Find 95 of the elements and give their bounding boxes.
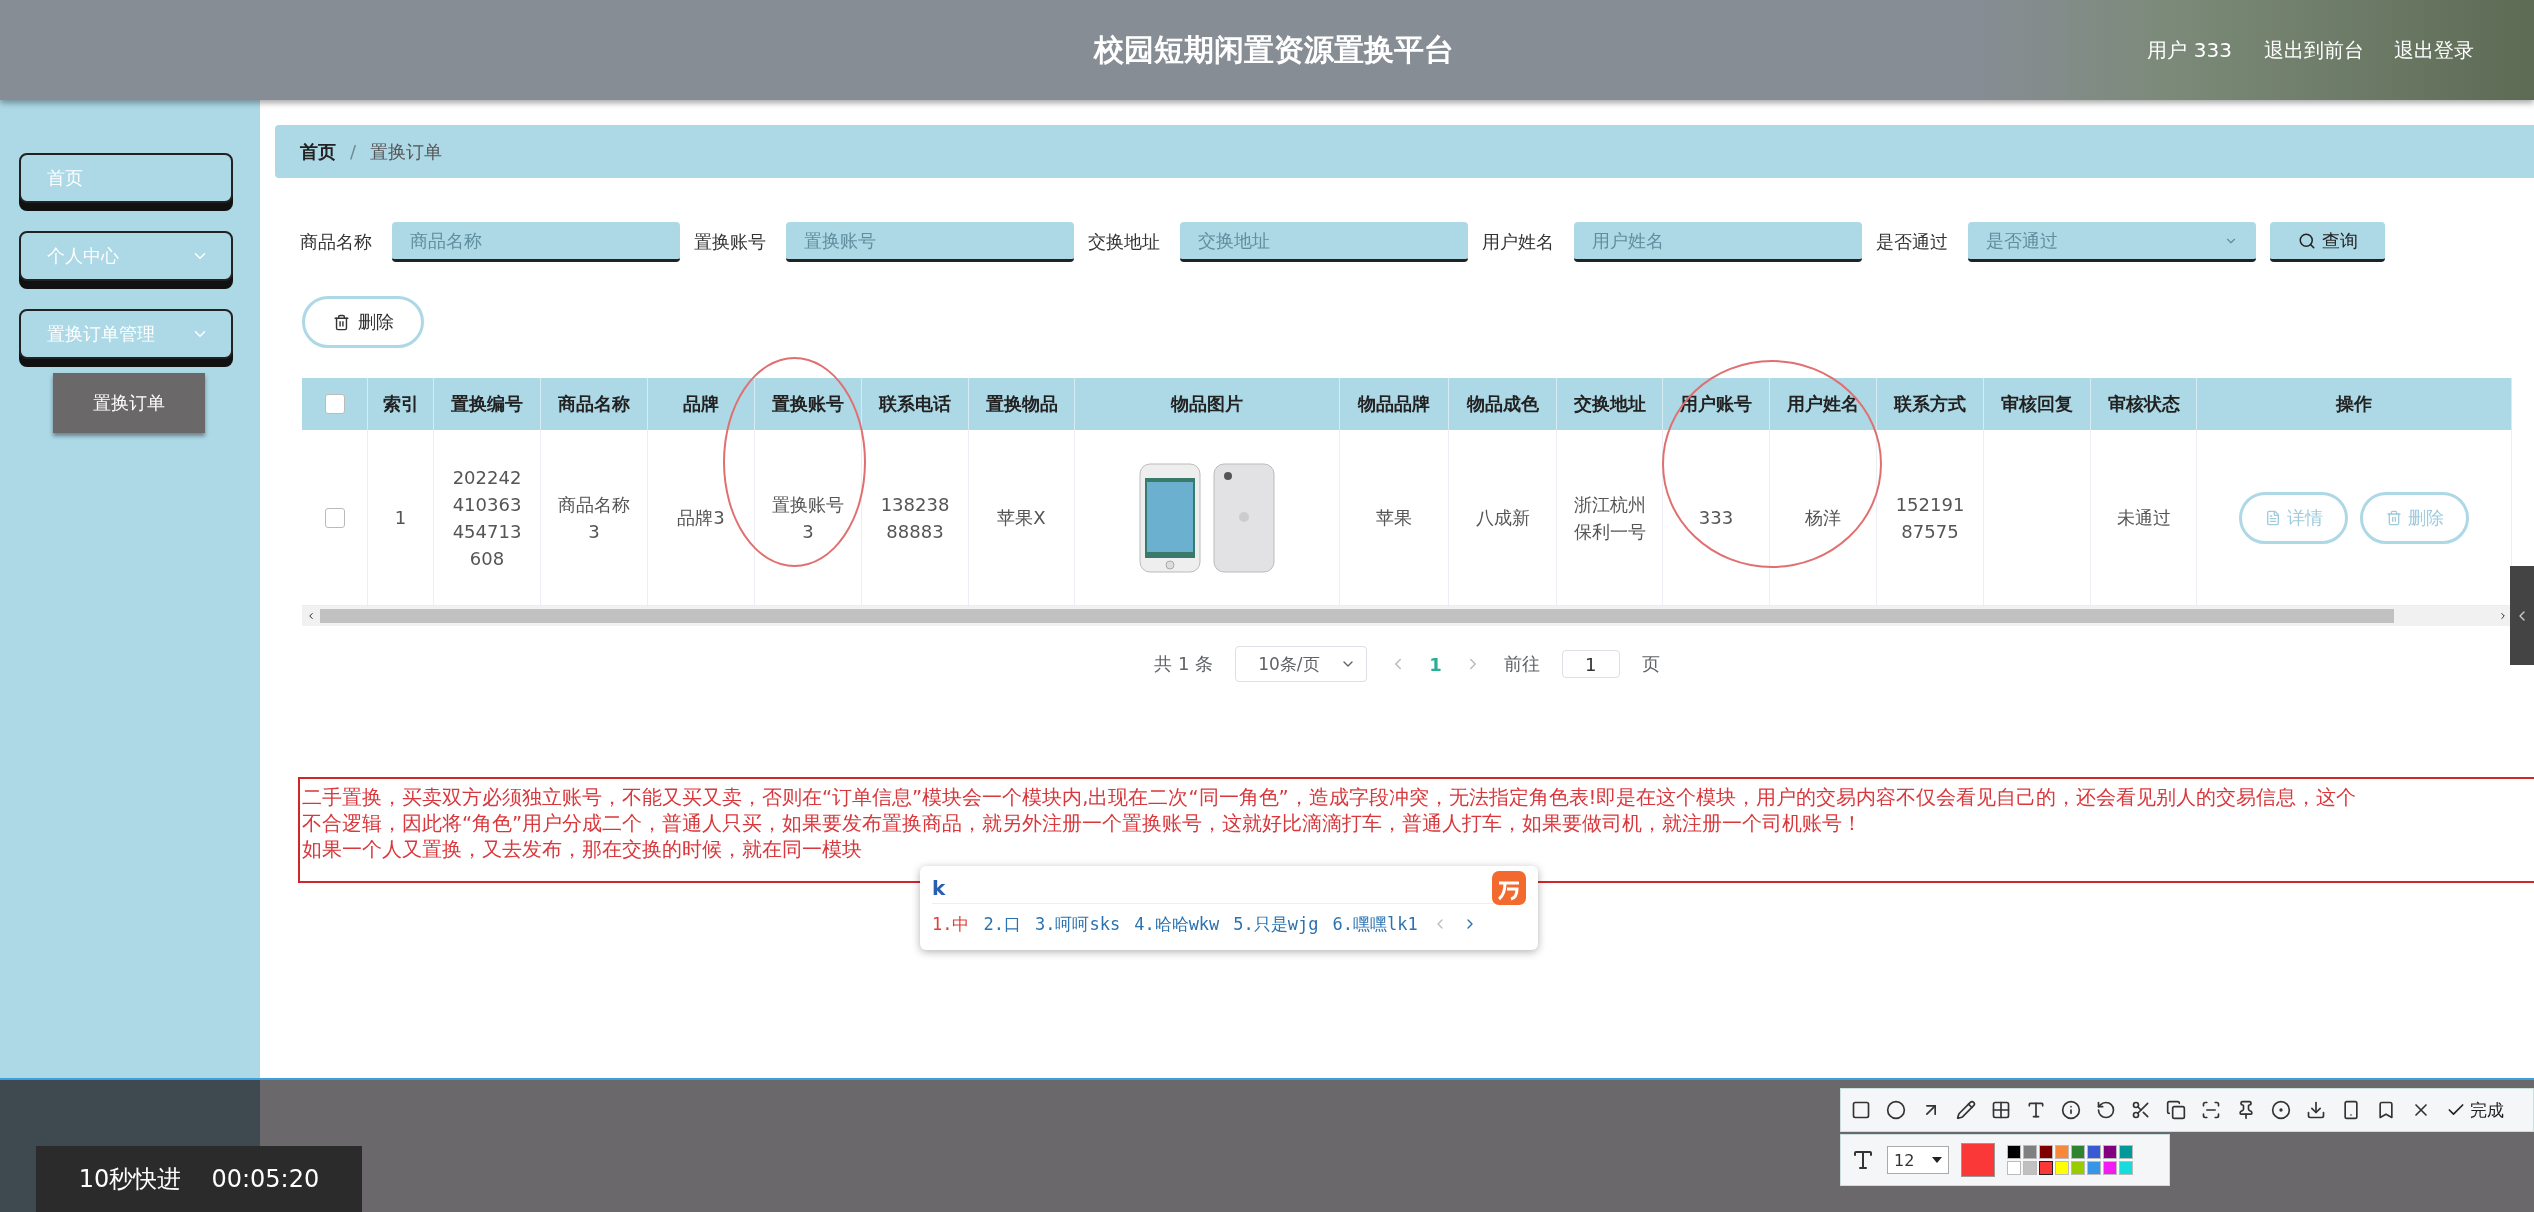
color-swatch[interactable] bbox=[2103, 1161, 2117, 1175]
color-swatch[interactable] bbox=[2087, 1161, 2101, 1175]
color-swatch[interactable] bbox=[2087, 1145, 2101, 1159]
page-size-select[interactable]: 10条/页 bbox=[1235, 646, 1368, 682]
ellipse-icon[interactable] bbox=[1886, 1100, 1906, 1120]
color-swatch[interactable] bbox=[2023, 1145, 2037, 1159]
fast-forward-label: 10秒快进 bbox=[78, 1164, 182, 1195]
scissors-icon[interactable] bbox=[2131, 1100, 2151, 1120]
current-color-swatch[interactable] bbox=[1961, 1143, 1995, 1177]
table-header-cell: 置换物品 bbox=[969, 378, 1075, 430]
table-header-cell: 物品成色 bbox=[1449, 378, 1557, 430]
user-label: 用户 333 bbox=[2147, 36, 2232, 64]
ime-candidate[interactable]: 1.中 bbox=[932, 912, 970, 936]
scroll-right-icon[interactable] bbox=[2498, 611, 2508, 621]
bookmark-icon[interactable] bbox=[2376, 1100, 2396, 1120]
field-label: 置换账号 bbox=[694, 230, 766, 254]
goto-label: 前往 bbox=[1503, 652, 1540, 676]
header-link[interactable]: 退出登录 bbox=[2394, 36, 2474, 64]
color-swatch[interactable] bbox=[2039, 1161, 2053, 1175]
ime-candidate[interactable]: 4.哈哈wkw bbox=[1134, 912, 1220, 936]
field-label: 是否通过 bbox=[1876, 230, 1948, 254]
table-header-cell: 索引 bbox=[368, 378, 434, 430]
annotation-text: 二手置换，买卖双方必须独立账号，不能又买又卖，否则在“订单信息”模块会一个模块内,出现在二次“同一角色”，造成字段冲突，无法指定角色表!即是在这个模块，用户的交易内容不仅会看见自己的，还会看见别人的交易信息，这个 bbox=[302, 785, 2358, 811]
pencil-icon[interactable] bbox=[1956, 1100, 1976, 1120]
info-icon[interactable] bbox=[2061, 1100, 2081, 1120]
color-swatch[interactable] bbox=[2007, 1145, 2021, 1159]
search-icon bbox=[2297, 231, 2316, 250]
checkbox[interactable] bbox=[324, 507, 345, 528]
table-header-cell: 审核回复 bbox=[1984, 378, 2091, 430]
table-header-cell: 物品图片 bbox=[1075, 378, 1340, 430]
color-swatch[interactable] bbox=[2119, 1161, 2133, 1175]
undo-icon[interactable] bbox=[2096, 1100, 2116, 1120]
table-header-cell: 置换账号 bbox=[755, 378, 862, 430]
table-header-cell: 交换地址 bbox=[1557, 378, 1663, 430]
text-icon[interactable] bbox=[2026, 1100, 2046, 1120]
annotation-text: 如果一个人又置换，又去发布，那在交换的时候，就在同一模块 bbox=[302, 837, 863, 863]
breadcrumb-item[interactable]: 首页 bbox=[300, 139, 336, 164]
font-icon bbox=[1851, 1148, 1875, 1172]
field-label: 交换地址 bbox=[1088, 230, 1160, 254]
color-swatch[interactable] bbox=[2007, 1161, 2021, 1175]
phone-icon[interactable] bbox=[2341, 1100, 2361, 1120]
breadcrumb-item[interactable]: 置换订单 bbox=[370, 139, 443, 164]
document-icon bbox=[2264, 509, 2281, 526]
annotation-text: 不合逻辑，因此将“角色”用户分成二个，普通人只买，如果要发布置换商品，就另外注册一个置换账号，这就好比滴滴打车，普通人打车，如果要做司机，就注册一个司机账号！ bbox=[302, 811, 1864, 837]
page-number[interactable]: 1 bbox=[1429, 653, 1442, 675]
done-button[interactable]: 完成 bbox=[2446, 1098, 2504, 1122]
color-swatch[interactable] bbox=[2071, 1145, 2085, 1159]
scrollbar-thumb[interactable] bbox=[320, 609, 2394, 623]
rectangle-icon[interactable] bbox=[1851, 1100, 1871, 1120]
ime-candidate[interactable]: 6.嘿嘿lk1 bbox=[1332, 912, 1418, 936]
color-swatch[interactable] bbox=[2119, 1145, 2133, 1159]
copy-icon[interactable] bbox=[2166, 1100, 2186, 1120]
query-button[interactable]: 查询 bbox=[2270, 222, 2385, 262]
scan-icon[interactable] bbox=[2201, 1100, 2221, 1120]
ime-logo-icon bbox=[1492, 870, 1526, 905]
color-swatch[interactable] bbox=[2023, 1161, 2037, 1175]
table-header-cell: 审核状态 bbox=[2091, 378, 2197, 430]
color-swatch[interactable] bbox=[2071, 1161, 2085, 1175]
trash-icon bbox=[2385, 509, 2402, 526]
table-header-cell: 物品品牌 bbox=[1340, 378, 1449, 430]
horizontal-scrollbar[interactable] bbox=[302, 606, 2512, 626]
mosaic-icon[interactable] bbox=[1991, 1100, 2011, 1120]
table-header-cell: 联系电话 bbox=[862, 378, 969, 430]
scroll-left-icon[interactable] bbox=[306, 611, 316, 621]
page-unit: 页 bbox=[1641, 652, 1660, 676]
time-label: 00:05:20 bbox=[211, 1165, 320, 1193]
ime-candidate[interactable]: 2.口 bbox=[983, 912, 1021, 936]
pin-icon[interactable] bbox=[2236, 1100, 2256, 1120]
page-input[interactable]: 1 bbox=[1561, 650, 1620, 678]
sidebar-subitem[interactable]: 置换订单 bbox=[53, 373, 205, 433]
table-header-cell: 商品名称 bbox=[541, 378, 648, 430]
color-swatch[interactable] bbox=[2055, 1145, 2069, 1159]
record-icon[interactable] bbox=[2271, 1100, 2291, 1120]
color-swatch[interactable] bbox=[2103, 1145, 2117, 1159]
site-title: 校园短期闲置资源置换平台 bbox=[1092, 30, 1455, 69]
table-header-cell: 用户姓名 bbox=[1770, 378, 1877, 430]
checkbox[interactable] bbox=[324, 394, 345, 414]
ime-input-text: k bbox=[932, 875, 946, 900]
color-swatch[interactable] bbox=[2055, 1161, 2069, 1175]
font-size-select[interactable]: 12 bbox=[1887, 1146, 1949, 1174]
trash-icon bbox=[332, 313, 350, 331]
table-header-cell: 联系方式 bbox=[1877, 378, 1984, 430]
total-count: 共 1 条 bbox=[1154, 652, 1214, 676]
download-icon[interactable] bbox=[2306, 1100, 2326, 1120]
header-link[interactable]: 退出到前台 bbox=[2264, 36, 2364, 64]
field-label: 用户姓名 bbox=[1482, 230, 1554, 254]
table-header-cell: 操作 bbox=[2197, 378, 2512, 430]
delete-button[interactable]: 删除 bbox=[302, 296, 424, 348]
color-swatch[interactable] bbox=[2039, 1145, 2053, 1159]
ime-candidate[interactable]: 5.只是wjg bbox=[1233, 912, 1319, 936]
table-header-cell: 置换编号 bbox=[434, 378, 541, 430]
table-header-cell: 品牌 bbox=[648, 378, 755, 430]
field-label: 商品名称 bbox=[300, 230, 372, 254]
breadcrumb-separator: / bbox=[350, 141, 357, 162]
ime-candidate[interactable]: 3.呵呵sks bbox=[1034, 912, 1121, 936]
